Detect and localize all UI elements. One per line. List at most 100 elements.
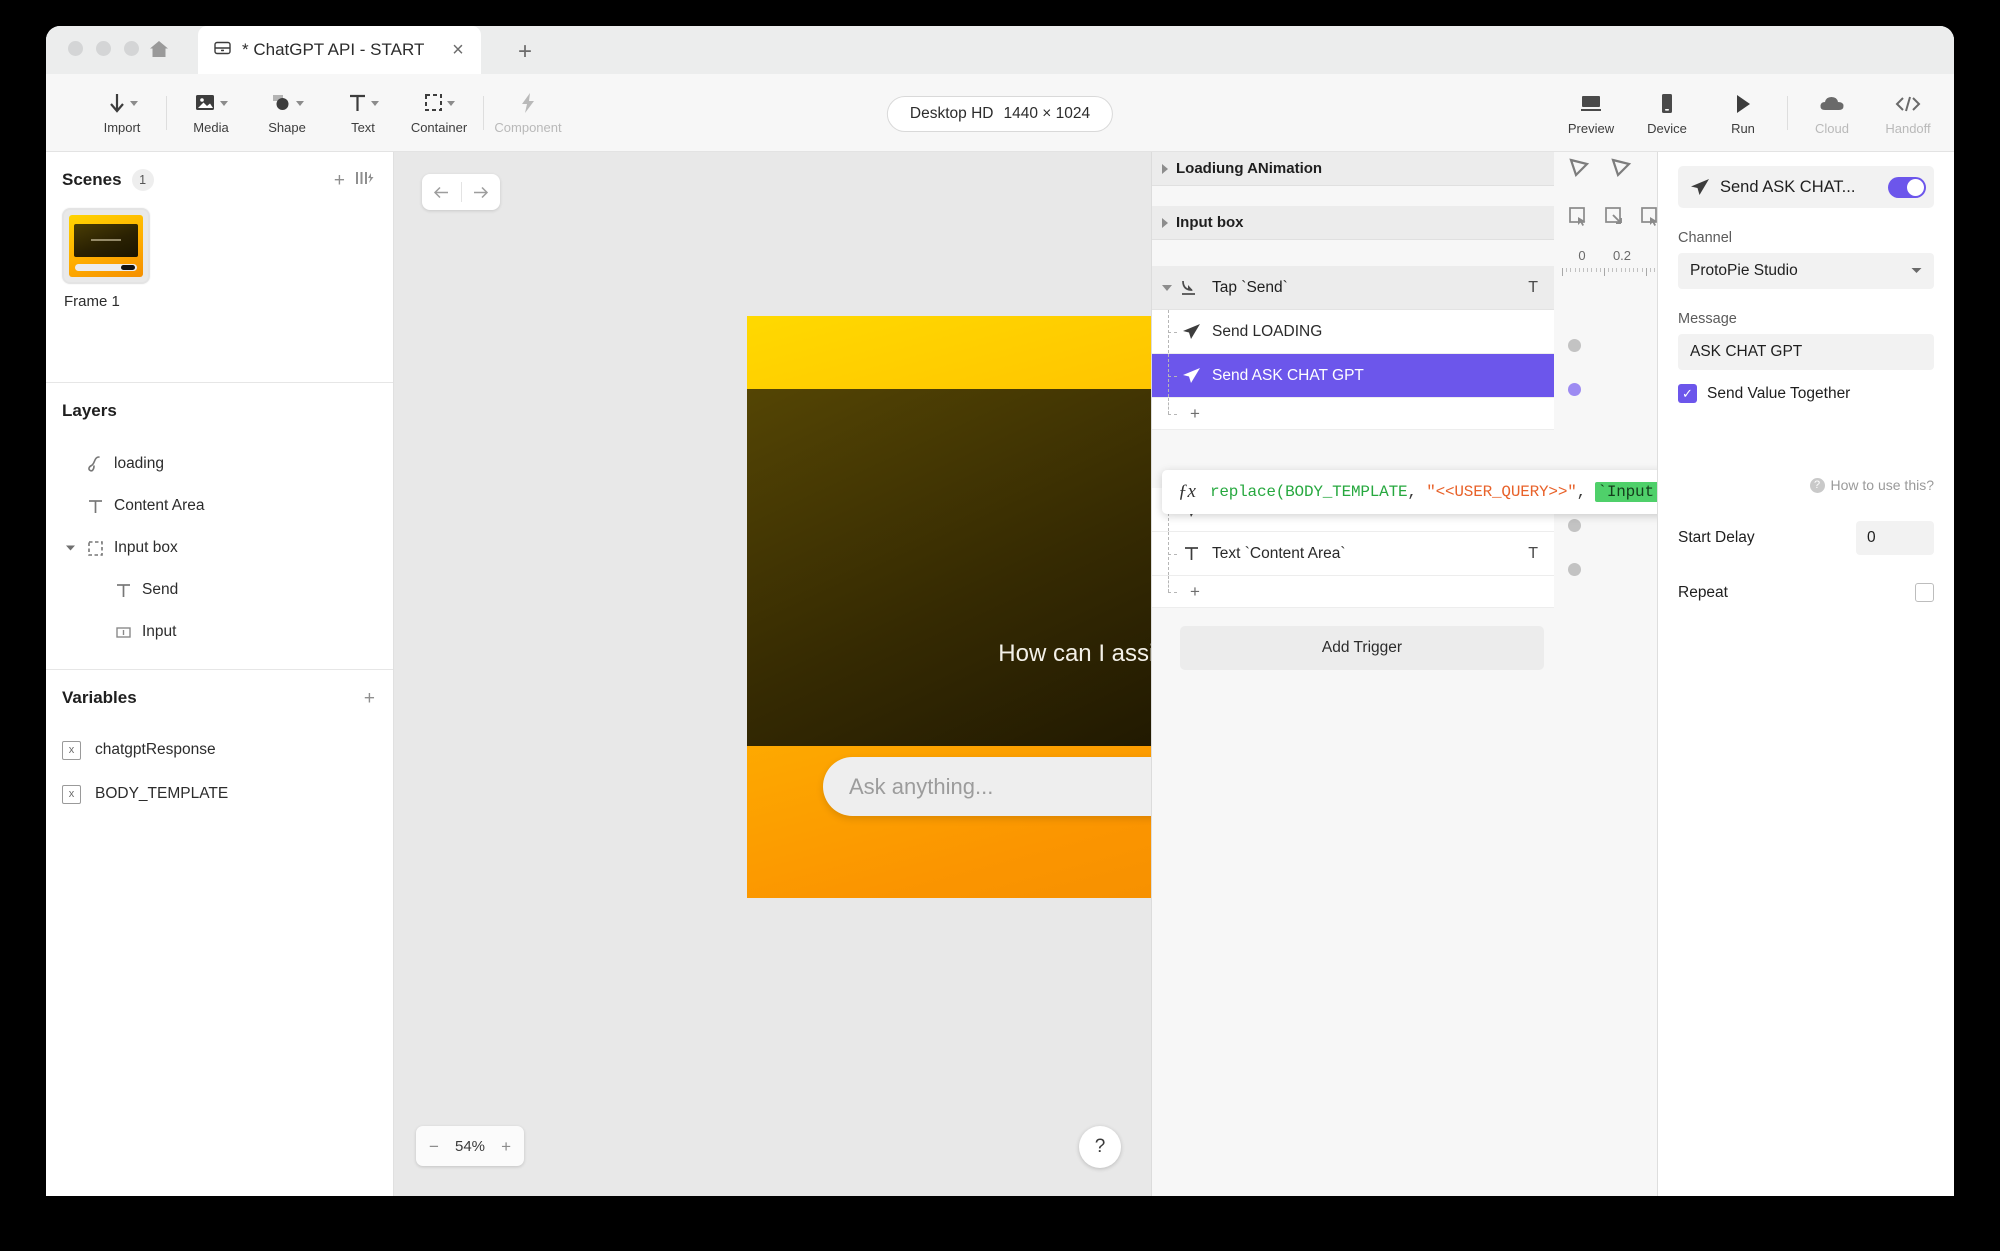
formula-bar[interactable]: ƒx replace(BODY_TEMPLATE, "<<USER_QUERY>… xyxy=(1162,470,1657,514)
layer-item-content-area[interactable]: Content Area xyxy=(46,485,393,527)
timeline-playback-icons xyxy=(1568,158,1636,183)
text-t-icon xyxy=(1180,545,1202,562)
chevron-down-icon[interactable] xyxy=(60,544,80,552)
toolbar-divider xyxy=(483,95,484,130)
interaction-group-input-box[interactable]: Input box xyxy=(1152,206,1554,240)
play-start-icon[interactable] xyxy=(1568,158,1594,183)
tool-label: Media xyxy=(193,120,229,135)
add-trigger-button[interactable]: Add Trigger xyxy=(1180,626,1544,670)
timeline-keyframe-dot[interactable] xyxy=(1568,519,1581,532)
response-send-loading[interactable]: Send LOADING xyxy=(1152,310,1554,354)
tick-label: 0 xyxy=(1578,248,1586,263)
text-t-icon xyxy=(80,498,110,515)
interaction-tree: Loadiung ANimation Input box Tap `Send` … xyxy=(1152,152,1554,1196)
properties-header: Send ASK CHAT... xyxy=(1678,166,1934,208)
formula-expression[interactable]: replace(BODY_TEMPLATE, "<<USER_QUERY>>",… xyxy=(1210,482,1657,502)
response-text-content-area[interactable]: Text `Content Area` T xyxy=(1152,532,1554,576)
layer-item-send[interactable]: Send xyxy=(46,569,393,611)
variables-title: Variables xyxy=(62,688,137,707)
tool-text[interactable]: Text xyxy=(325,83,401,143)
send-paper-plane-icon xyxy=(1180,367,1202,384)
file-icon xyxy=(214,40,231,61)
scene-sort-icon[interactable] xyxy=(355,170,375,190)
artboard-input-box[interactable]: Ask anything... Send xyxy=(823,757,1151,816)
tool-media[interactable]: Media xyxy=(173,83,249,143)
toolbar-right-group: Preview Device Run Cloud Handoff xyxy=(1553,74,1946,152)
tool-shape[interactable]: Shape xyxy=(249,83,325,143)
input-placeholder: Ask anything... xyxy=(849,773,994,799)
add-variable-button[interactable]: + xyxy=(364,689,375,708)
start-delay-input[interactable]: 0 xyxy=(1856,521,1934,555)
tool-container[interactable]: Container xyxy=(401,83,477,143)
channel-label: Channel xyxy=(1678,230,1733,246)
scene-thumbnail-content xyxy=(74,223,138,258)
zoom-out-button[interactable]: − xyxy=(429,1138,439,1155)
lottie-icon xyxy=(80,455,110,473)
play-icon xyxy=(1733,91,1753,117)
interaction-group-loading-animation[interactable]: Loadiung ANimation xyxy=(1152,152,1554,186)
artboard-frame-1[interactable]: How can I assist you? Ask anything... Se… xyxy=(747,316,1151,898)
add-scene-button[interactable]: + xyxy=(334,171,345,190)
message-input[interactable]: ASK CHAT GPT xyxy=(1678,334,1934,370)
canvas[interactable]: How can I assist you? Ask anything... Se… xyxy=(394,152,1152,1196)
tool-label: Shape xyxy=(268,120,306,135)
chevron-down-icon[interactable] xyxy=(1162,284,1172,291)
home-icon[interactable] xyxy=(149,40,169,58)
tool-run[interactable]: Run xyxy=(1705,83,1781,143)
chevron-right-icon[interactable] xyxy=(1162,217,1168,228)
tool-component[interactable]: Component xyxy=(490,83,566,143)
monitor-icon xyxy=(1579,91,1603,117)
channel-select[interactable]: ProtoPie Studio xyxy=(1678,253,1934,289)
layer-item-loading[interactable]: loading xyxy=(46,443,393,485)
chevron-right-icon[interactable] xyxy=(1162,163,1168,174)
trigger-tap-send[interactable]: Tap `Send` T xyxy=(1152,266,1554,310)
tab-chatgpt-api-start[interactable]: * ChatGPT API - START × xyxy=(198,26,481,74)
minimize-window-button[interactable] xyxy=(96,41,111,56)
new-tab-button[interactable]: + xyxy=(518,40,532,64)
tree-connector xyxy=(1168,576,1182,607)
layer-item-input-box[interactable]: Input box xyxy=(46,527,393,569)
zoom-in-button[interactable]: + xyxy=(501,1138,511,1155)
timeline-keyframe-dot[interactable] xyxy=(1568,339,1581,352)
tap-trigger-icon xyxy=(1180,279,1204,297)
select-area-icon[interactable] xyxy=(1568,206,1590,233)
device-size-selector[interactable]: Desktop HD 1440 × 1024 xyxy=(886,96,1114,132)
shrink-area-icon[interactable] xyxy=(1640,206,1657,233)
send-value-together-checkbox[interactable]: ✓ xyxy=(1678,384,1697,403)
response-send-ask-chat-gpt[interactable]: Send ASK CHAT GPT xyxy=(1152,354,1554,398)
add-response-button[interactable]: + xyxy=(1152,576,1554,608)
main-toolbar: Import Media Shape Text Container Compon… xyxy=(46,74,1954,152)
tool-device[interactable]: Device xyxy=(1629,83,1705,143)
chevron-down-icon xyxy=(370,100,379,106)
expand-area-icon[interactable] xyxy=(1604,206,1626,233)
help-button[interactable]: ? xyxy=(1079,1126,1121,1168)
scene-card-frame-1[interactable]: Frame 1 xyxy=(62,208,150,310)
tool-import[interactable]: Import xyxy=(84,83,160,143)
variable-item-body-template[interactable]: x BODY_TEMPLATE xyxy=(46,772,393,816)
play-end-icon[interactable] xyxy=(1610,158,1636,183)
repeat-checkbox[interactable] xyxy=(1915,583,1934,602)
tool-cloud[interactable]: Cloud xyxy=(1794,83,1870,143)
add-response-button[interactable]: + xyxy=(1152,398,1554,430)
formula-part-var: BODY_TEMPLATE xyxy=(1285,483,1408,501)
tool-handoff[interactable]: Handoff xyxy=(1870,83,1946,143)
app-window: * ChatGPT API - START × + Import Media S… xyxy=(46,26,1954,1196)
variables-list: x chatgptResponse x BODY_TEMPLATE xyxy=(46,726,393,826)
how-to-use-link[interactable]: ? How to use this? xyxy=(1678,477,1934,493)
timeline-keyframe-dot[interactable] xyxy=(1568,563,1581,576)
variable-item-chatgptresponse[interactable]: x chatgptResponse xyxy=(46,728,393,772)
repeat-row: Repeat xyxy=(1678,583,1934,602)
add-trigger-label: Add Trigger xyxy=(1321,639,1403,656)
arrow-left-icon[interactable] xyxy=(422,185,461,200)
close-icon[interactable]: × xyxy=(449,40,467,60)
tool-preview[interactable]: Preview xyxy=(1553,83,1629,143)
response-enabled-toggle[interactable] xyxy=(1888,176,1926,198)
window-traffic-lights[interactable] xyxy=(68,41,139,56)
layer-item-input[interactable]: Input xyxy=(46,611,393,653)
send-value-together-row[interactable]: ✓ Send Value Together xyxy=(1678,384,1934,403)
maximize-window-button[interactable] xyxy=(124,41,139,56)
close-window-button[interactable] xyxy=(68,41,83,56)
scene-thumbnail[interactable] xyxy=(62,208,150,284)
timeline-keyframe-dot-selected[interactable] xyxy=(1568,383,1581,396)
arrow-right-icon[interactable] xyxy=(462,185,501,200)
